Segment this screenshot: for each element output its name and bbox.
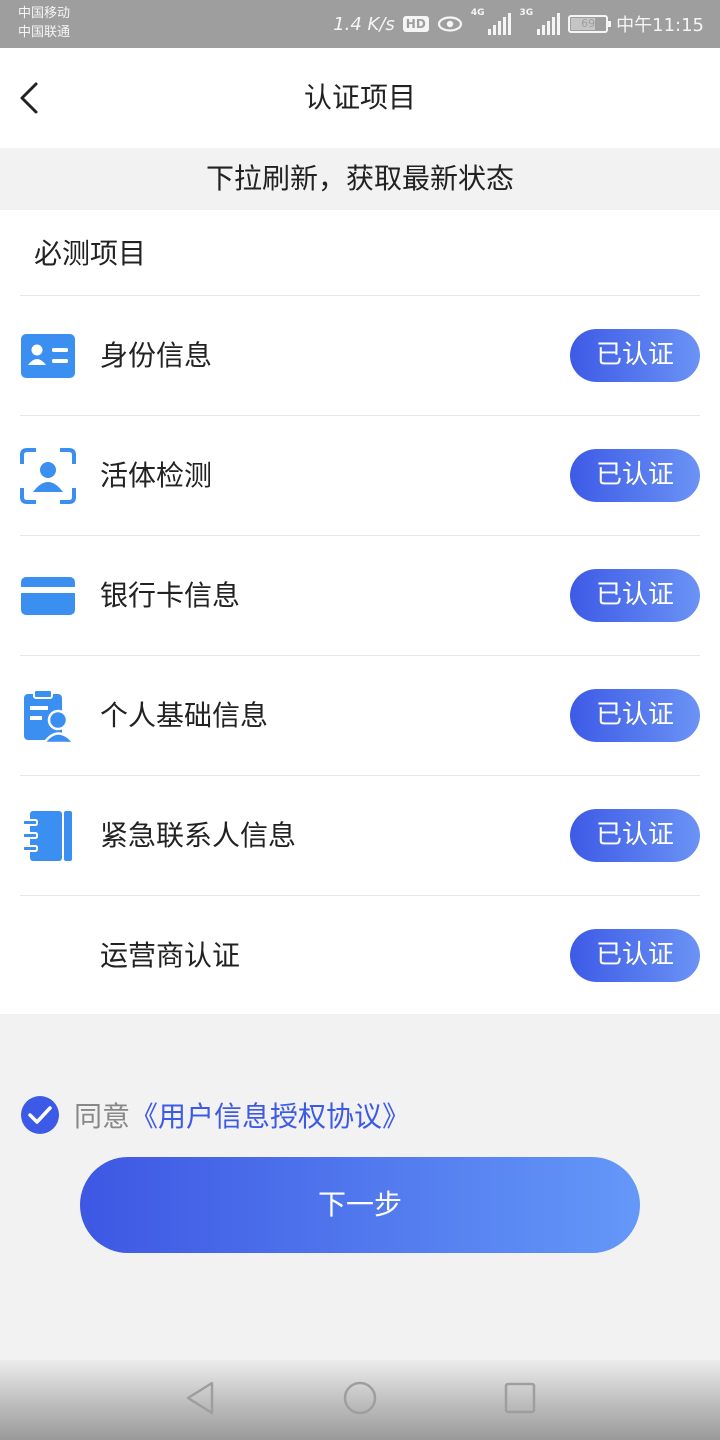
carrier-1: 中国移动 <box>18 6 71 21</box>
refresh-hint: 下拉刷新，获取最新状态 <box>0 148 720 210</box>
contact-book-icon <box>22 811 72 861</box>
verified-button[interactable]: 已认证 <box>570 809 700 862</box>
back-button[interactable] <box>14 78 54 118</box>
network-speed: 1.4 K/s <box>333 13 395 35</box>
verified-button[interactable]: 已认证 <box>570 449 700 502</box>
battery-icon: 69 <box>568 15 612 33</box>
item-label: 紧急联系人信息 <box>100 819 297 852</box>
nav-recents-icon[interactable] <box>500 1378 540 1418</box>
agreement-link[interactable]: 《用户信息授权协议》 <box>130 1095 410 1135</box>
section-title: 必测项目 <box>34 237 147 270</box>
network-4g-label: 4G <box>470 8 485 18</box>
verified-button[interactable]: 已认证 <box>570 689 700 742</box>
list-item-personal-info[interactable]: 个人基础信息 已认证 <box>20 656 700 776</box>
item-label: 个人基础信息 <box>100 699 269 732</box>
battery-percent: 69 <box>581 17 596 30</box>
list-item-carrier[interactable]: 运营商认证 已认证 <box>20 896 700 1016</box>
system-nav-bar <box>0 1360 720 1440</box>
nav-back-icon[interactable] <box>180 1378 220 1418</box>
status-bar: 中国移动 中国联通 1.4 K/s HD 4G 3G 69 中午11:15 <box>0 0 720 48</box>
agreement-row: 同意 《用户信息授权协议》 <box>20 1094 410 1136</box>
item-label: 银行卡信息 <box>100 579 241 612</box>
signal-3g-icon <box>537 13 561 35</box>
chevron-left-icon <box>20 82 38 114</box>
verified-button[interactable]: 已认证 <box>570 329 700 382</box>
status-indicators: 1.4 K/s HD 4G 3G 69 中午11:15 <box>333 0 704 48</box>
item-label: 身份信息 <box>100 339 213 372</box>
id-card-icon <box>21 334 75 378</box>
verified-button[interactable]: 已认证 <box>570 569 700 622</box>
list-item-emergency-contact[interactable]: 紧急联系人信息 已认证 <box>20 776 700 896</box>
list-item-bank-card[interactable]: 银行卡信息 已认证 <box>20 536 700 656</box>
personal-info-icon <box>24 689 76 744</box>
checkbox-checked-icon[interactable] <box>20 1095 60 1135</box>
clock: 中午11:15 <box>616 15 704 36</box>
list-item-identity[interactable]: 身份信息 已认证 <box>20 296 700 416</box>
face-scan-icon <box>20 448 76 504</box>
eye-icon <box>437 16 462 32</box>
item-label: 运营商认证 <box>100 939 241 972</box>
hd-badge: HD <box>402 16 429 32</box>
carrier-2: 中国联通 <box>18 25 71 40</box>
app-header: 认证项目 <box>0 48 720 148</box>
verification-list: 必测项目 身份信息 已认证 活体检测 已认证 银行卡信息 已认证 个人基础信息 … <box>0 210 720 1014</box>
bank-card-icon <box>21 577 75 615</box>
signal-4g-icon <box>488 13 512 35</box>
carrier-info: 中国移动 中国联通 <box>18 4 70 42</box>
nav-home-icon[interactable] <box>340 1378 380 1418</box>
list-item-liveness[interactable]: 活体检测 已认证 <box>20 416 700 536</box>
next-step-button[interactable]: 下一步 <box>80 1157 640 1253</box>
verified-button[interactable]: 已认证 <box>570 929 700 982</box>
item-label: 活体检测 <box>100 459 213 492</box>
agree-text: 同意 <box>74 1100 131 1133</box>
network-3g-label: 3G <box>519 8 534 18</box>
page-title: 认证项目 <box>303 81 416 114</box>
